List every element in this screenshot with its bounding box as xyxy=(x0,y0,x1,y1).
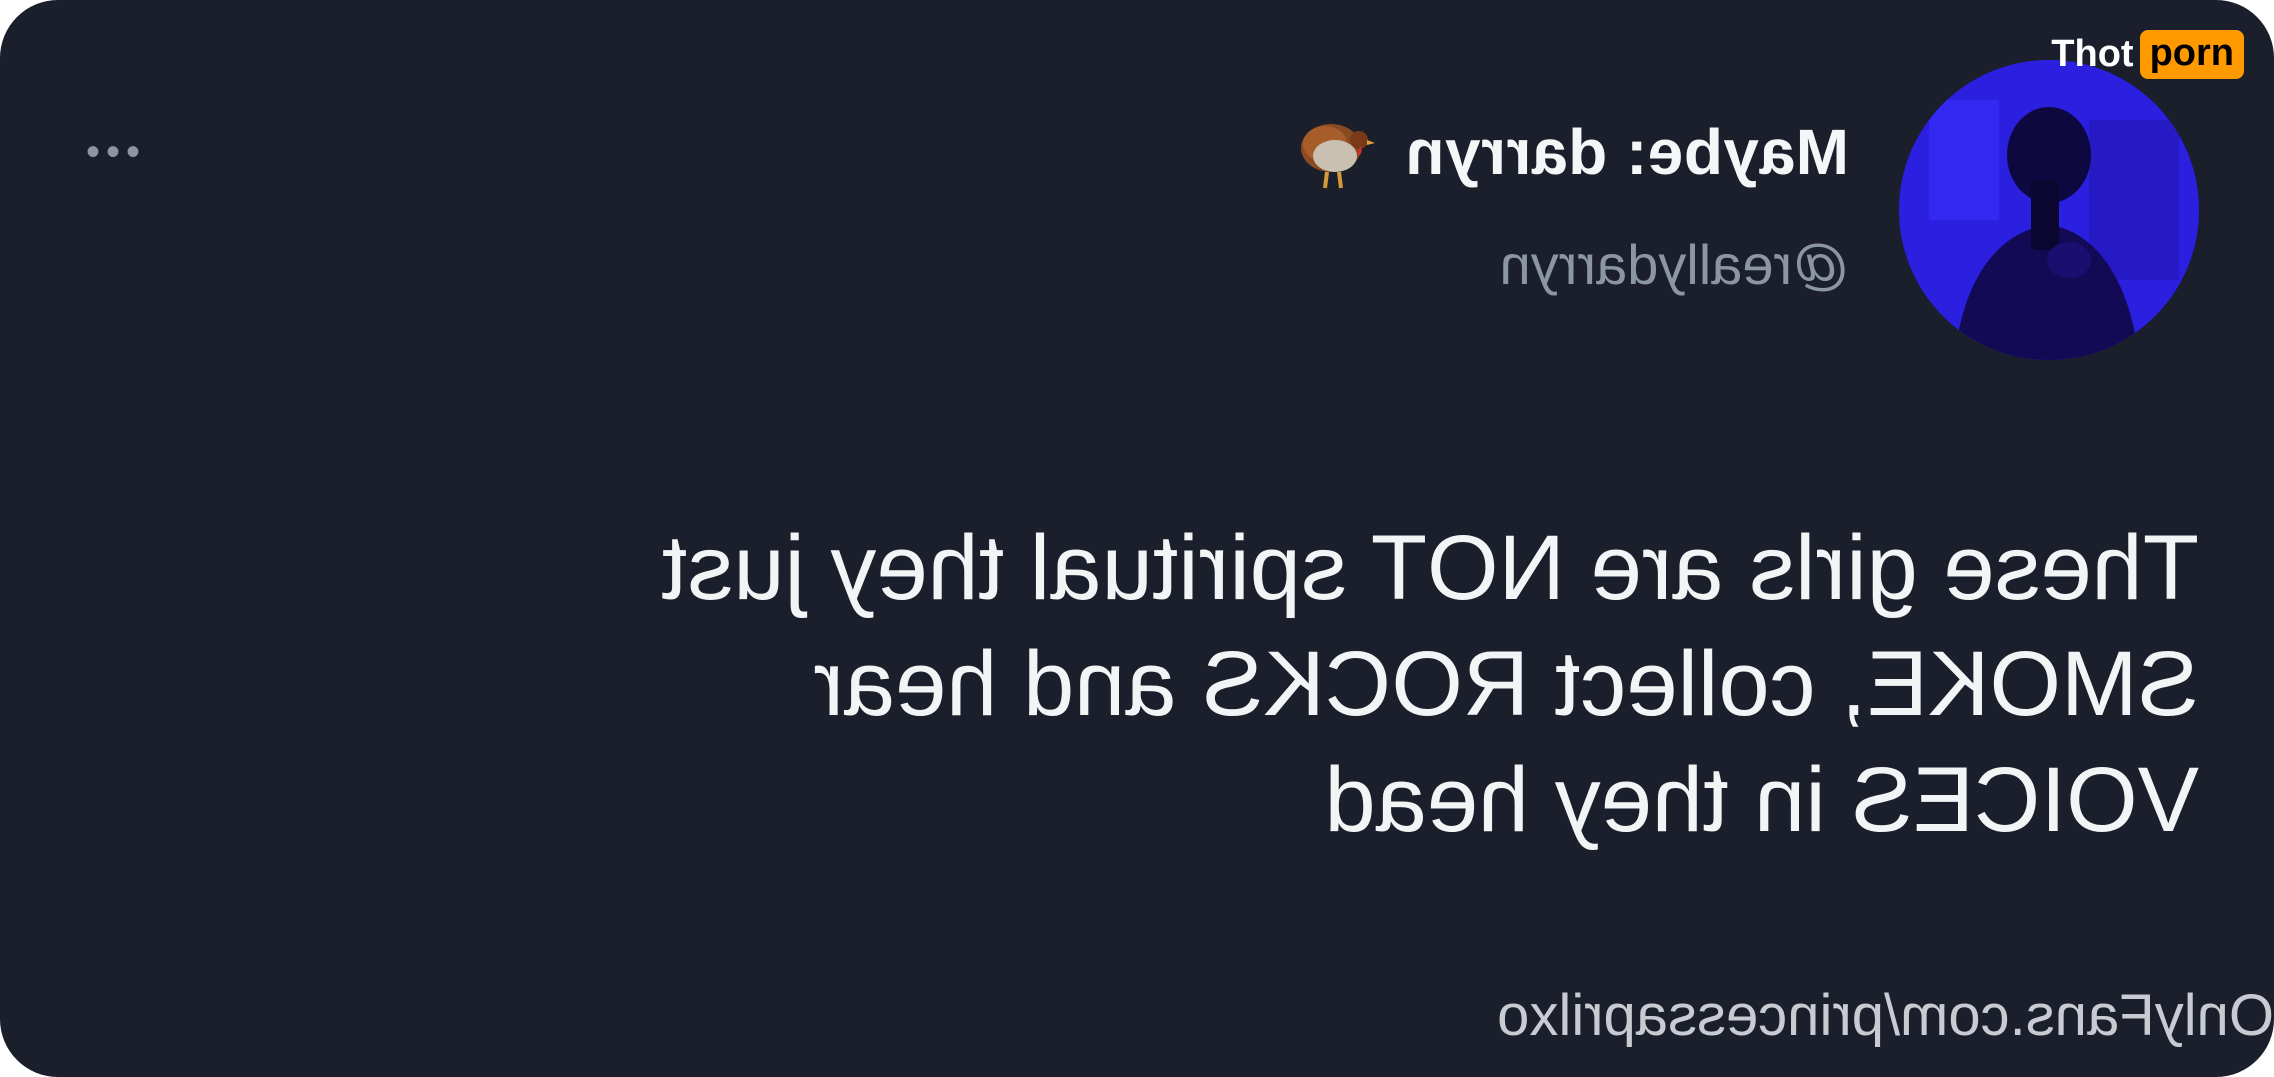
avatar[interactable] xyxy=(1899,60,2199,360)
tweet-text-line: VOICES in they head xyxy=(1324,749,2200,851)
tweet-card: Maybe: darryn @reallydarryn ••• These gi… xyxy=(0,0,2274,1077)
user-handle[interactable]: @reallydarryn xyxy=(1500,232,1849,297)
watermark-text: OnlyFans.com/princessaprilxo xyxy=(1497,983,2274,1048)
turkey-icon xyxy=(1301,124,1376,189)
logo-text-porn: porn xyxy=(2139,30,2244,79)
tweet-text-line: SMOKE, collect ROCKS and hear xyxy=(813,633,2199,735)
avatar-image xyxy=(1899,60,2199,360)
site-logo: Thot porn xyxy=(2051,30,2244,79)
display-name-row: Maybe: darryn xyxy=(1295,112,1849,192)
tweet-text-line: These girls are NOT spiritual they just xyxy=(661,517,2199,619)
logo-text-thot: Thot xyxy=(2051,33,2134,75)
screenshot-frame: Maybe: darryn @reallydarryn ••• These gi… xyxy=(0,0,2274,1077)
tweet-text: These girls are NOT spiritual they just S… xyxy=(99,510,2199,858)
display-name[interactable]: Maybe: darryn xyxy=(1405,115,1849,189)
more-options-icon[interactable]: ••• xyxy=(80,130,140,174)
